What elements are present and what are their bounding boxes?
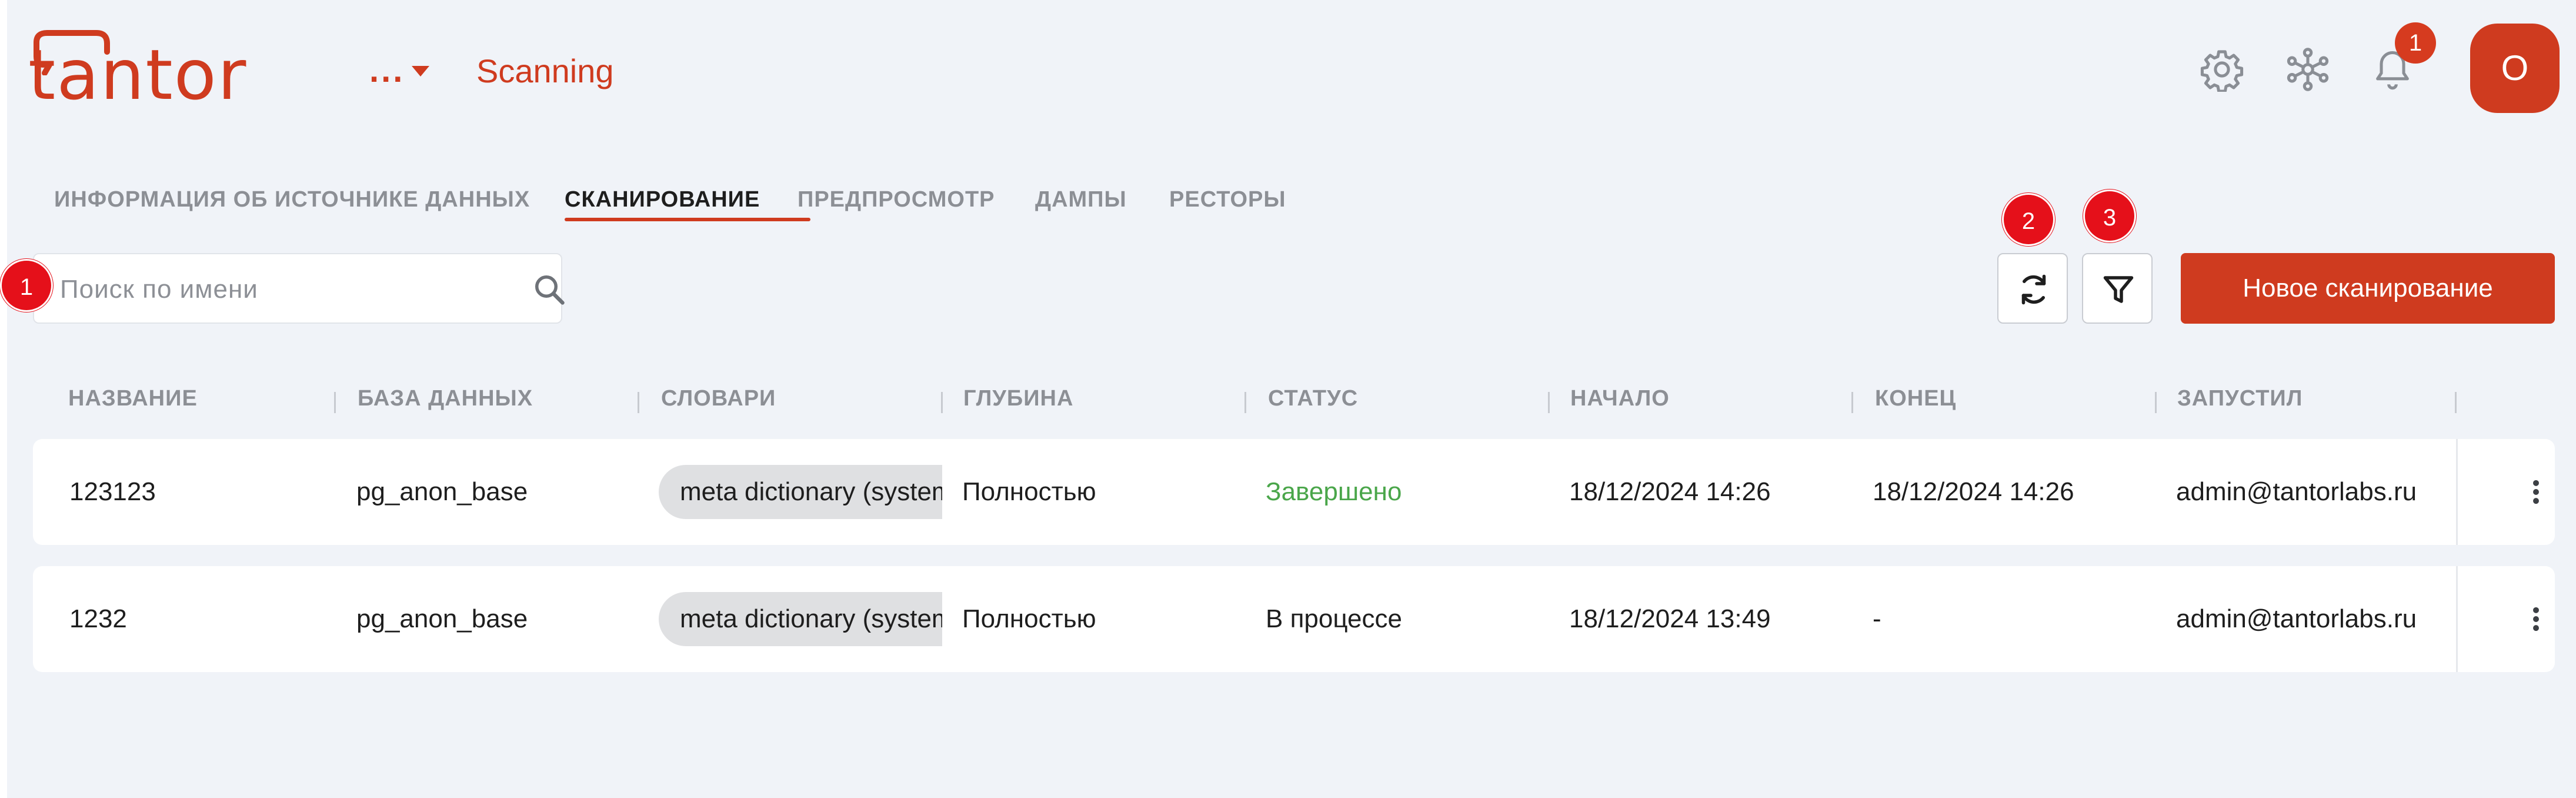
kebab-menu-icon[interactable]	[2521, 477, 2551, 507]
table-header: НАЗВАНИЕ БАЗА ДАННЫХ СЛОВАРИ ГЛУБИНА СТА…	[33, 383, 2555, 418]
column-divider[interactable]	[941, 392, 943, 413]
search-input[interactable]	[60, 267, 507, 312]
refresh-icon	[2021, 274, 2046, 305]
refresh-button[interactable]	[1997, 253, 2068, 324]
dictionary-chip[interactable]: meta dictionary (system)	[659, 465, 942, 519]
tab-data-source-info[interactable]: ИНФОРМАЦИЯ ОБ ИСТОЧНИКЕ ДАННЫХ	[54, 187, 530, 212]
notifications-count-badge: 1	[2395, 22, 2436, 64]
column-divider[interactable]	[1548, 392, 1550, 413]
cell-status: В процессе	[1266, 604, 1402, 633]
tab-preview[interactable]: ПРЕДПРОСМОТР	[798, 187, 995, 212]
step-badge-2: 2	[2002, 193, 2055, 246]
user-avatar[interactable]: O	[2470, 24, 2560, 113]
gear-icon[interactable]	[2200, 47, 2244, 92]
column-header-depth[interactable]: ГЛУБИНА	[963, 386, 1073, 411]
tab-scanning[interactable]: СКАНИРОВАНИЕ	[565, 187, 760, 212]
dictionary-chip[interactable]: meta dictionary (system)	[659, 592, 942, 646]
chevron-down-icon[interactable]	[412, 66, 429, 77]
cell-database: pg_anon_base	[356, 477, 528, 506]
cell-name: 1232	[69, 604, 127, 633]
column-divider[interactable]	[638, 392, 639, 413]
column-divider[interactable]	[1851, 392, 1853, 413]
column-header-started-by[interactable]: ЗАПУСТИЛ	[2177, 386, 2303, 411]
filter-icon	[2103, 276, 2134, 303]
cell-start: 18/12/2024 13:49	[1569, 604, 1771, 633]
new-scan-button[interactable]: Новое сканирование	[2181, 253, 2555, 324]
tantor-logo[interactable]: tantor	[28, 28, 246, 115]
filter-button[interactable]	[2082, 253, 2153, 324]
cell-started-by: admin@tantorlabs.ru	[2176, 477, 2417, 506]
cell-end: 18/12/2024 14:26	[1873, 477, 2074, 506]
network-icon[interactable]	[2285, 47, 2330, 92]
cell-name: 123123	[69, 477, 156, 506]
dictionary-chip-label: meta dictionary (system)	[659, 465, 942, 519]
cell-end: -	[1873, 604, 1881, 633]
column-divider[interactable]	[1244, 392, 1246, 413]
column-header-name[interactable]: НАЗВАНИЕ	[68, 386, 198, 411]
column-header-status[interactable]: СТАТУС	[1268, 386, 1358, 411]
column-divider[interactable]	[2455, 392, 2457, 413]
search-box	[33, 253, 565, 324]
cell-started-by: admin@tantorlabs.ru	[2176, 604, 2417, 633]
row-divider	[2456, 566, 2458, 672]
logo-text: tantor	[28, 34, 248, 115]
column-header-database[interactable]: БАЗА ДАННЫХ	[358, 386, 533, 411]
column-header-dictionaries[interactable]: СЛОВАРИ	[661, 386, 776, 411]
search-icon[interactable]	[532, 272, 567, 307]
step-badge-3: 3	[2083, 189, 2136, 242]
column-divider[interactable]	[2155, 392, 2157, 413]
column-header-start[interactable]: НАЧАЛО	[1570, 386, 1670, 411]
cell-database: pg_anon_base	[356, 604, 528, 633]
cell-start: 18/12/2024 14:26	[1569, 477, 1771, 506]
breadcrumb-more[interactable]: ...	[369, 51, 405, 90]
tab-restores[interactable]: РЕСТОРЫ	[1169, 187, 1286, 212]
dictionary-chip-label: meta dictionary (system)	[659, 592, 942, 646]
cell-status: Завершено	[1266, 477, 1402, 506]
column-divider[interactable]	[334, 392, 336, 413]
row-divider	[2456, 439, 2458, 545]
table-row[interactable]: 1232 pg_anon_base meta dictionary (syste…	[33, 566, 2555, 672]
column-header-end[interactable]: КОНЕЦ	[1875, 386, 1956, 411]
app-header: tantor ... Scanning 1 O	[0, 0, 2576, 141]
step-badge-1: 1	[0, 259, 53, 312]
tab-dumps[interactable]: ДАМПЫ	[1035, 187, 1127, 212]
breadcrumb-current: Scanning	[476, 52, 614, 89]
active-tab-indicator	[565, 218, 810, 221]
cell-depth: Полностью	[962, 604, 1096, 633]
table-row[interactable]: 123123 pg_anon_base meta dictionary (sys…	[33, 439, 2555, 545]
kebab-menu-icon[interactable]	[2521, 604, 2551, 634]
cell-depth: Полностью	[962, 477, 1096, 506]
